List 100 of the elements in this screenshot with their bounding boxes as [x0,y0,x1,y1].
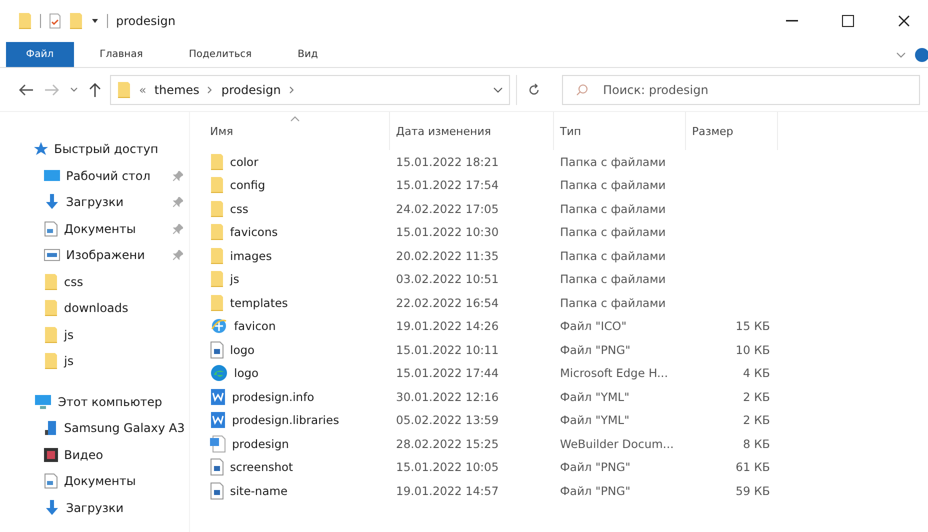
search-field[interactable]: Поиск: prodesign [562,74,920,104]
table-cell-text: Папка с файлами [559,248,667,265]
sidebar-item[interactable]: Рабочий стол [34,162,189,189]
table-cell-text: Папка с файлами [559,294,667,312]
folder-icon [210,246,224,265]
chevron-down-icon [70,86,78,92]
table-cell-text: Файл "PNG" [559,459,632,476]
download-icon [44,500,60,516]
address-bar[interactable]: « themes prodesign [110,74,510,104]
file-name[interactable]: images [204,244,390,268]
document-icon [44,220,58,237]
file-name[interactable]: prodesign.libraries [204,408,390,432]
file-name[interactable]: logo [204,338,390,362]
file-name[interactable]: prodesign.info [204,385,390,408]
chevron-down-icon[interactable] [493,86,503,94]
search-icon [576,84,588,96]
ribbon-tab[interactable]: Главная [80,42,163,67]
table-cell-text: 24.02.2022 17:05 [395,200,500,218]
table-cell-text: 2 КБ [742,412,771,430]
minimize-icon [786,20,798,22]
image-icon [44,248,60,262]
sidebar-item[interactable]: Изображени [34,242,189,268]
table-cell-text: 03.02.2022 10:51 [395,271,500,288]
file-name[interactable]: favicon [204,314,390,338]
table-cell-text: Файл "PNG" [559,482,632,500]
document-icon [44,473,58,490]
table-cell-text: 15.01.2022 17:54 [395,177,500,194]
folder-icon [44,352,58,370]
column-header[interactable]: Тип [554,112,686,150]
table-cell-text: Файл "PNG" [559,342,632,359]
sidebar-item[interactable]: Загрузки [34,189,189,216]
table-cell-text: 15.01.2022 10:05 [395,459,500,476]
table-cell-text: Папка с файлами [559,271,667,288]
folder-icon [210,270,224,288]
pin-icon [173,224,183,234]
sidebar-item[interactable]: Документы [34,468,189,494]
table-cell-text: 61 КБ [734,459,771,476]
recent-locations-button[interactable] [68,84,80,94]
image-file-icon [210,340,224,359]
chevron-right-icon[interactable] [288,86,295,94]
table-cell-text: WeBuilder Docum... [559,436,675,453]
table-cell-text: 2 КБ [742,388,771,406]
ribbon-tab[interactable]: Поделиться [168,42,272,67]
breadcrumb[interactable]: prodesign [221,82,281,96]
folder-icon [18,12,32,30]
breadcrumb[interactable]: themes [154,82,200,96]
column-header[interactable]: Размер [686,112,778,150]
table-cell-text: Файл "ICO" [559,318,628,336]
table-cell-text: Папка с файлами [559,177,667,194]
pin-icon [173,197,183,208]
folder-icon [44,299,58,318]
table-cell-text: Microsoft Edge H... [559,365,669,382]
table-cell-text: 22.02.2022 16:54 [395,294,500,312]
file-name[interactable]: favicons [204,220,390,244]
table-cell-text: Файл "YML" [559,388,630,406]
sidebar-item[interactable]: Видео [34,442,189,468]
table-cell-text: Файл "YML" [559,412,630,430]
file-name[interactable]: prodesign [204,432,390,456]
star-icon [34,142,48,156]
table-cell-text: 15.01.2022 10:11 [395,342,500,359]
sidebar-header[interactable]: Быстрый доступ [34,136,189,162]
caret-icon[interactable] [91,18,99,24]
chevron-right-icon[interactable] [207,86,214,94]
column-header[interactable]: Дата изменения [390,112,554,150]
sidebar-item[interactable]: downloads [34,295,189,322]
sidebar-item[interactable]: css [34,268,189,295]
file-name[interactable]: css [204,197,390,220]
globe-icon [210,317,228,336]
file-name[interactable]: templates [204,291,390,314]
table-cell-text: 15.01.2022 17:44 [395,365,500,382]
sidebar-item[interactable]: js [34,348,189,374]
sidebar-item[interactable]: Samsung Galaxy A3 [34,415,189,442]
table-cell-text: 8 КБ [742,436,771,453]
sidebar-item[interactable]: Загрузки [34,494,189,521]
overflow-chevron[interactable]: « [139,82,146,96]
file-name[interactable]: site-name [204,479,390,502]
film-icon [44,446,58,463]
ribbon-tab[interactable]: Файл [6,42,74,67]
file-name[interactable]: screenshot [204,456,390,479]
table-cell-text: 20.02.2022 11:35 [395,248,500,265]
ribbon-tab[interactable]: Вид [278,42,338,67]
table-cell-text: 30.01.2022 12:16 [395,388,500,406]
file-name[interactable]: color [204,150,390,174]
folder-icon [69,12,83,30]
folder-icon [210,152,224,171]
sidebar-header[interactable]: Этот компьютер [34,388,189,415]
sidebar-item[interactable]: js [34,322,189,348]
table-cell-text: 05.02.2022 13:59 [395,412,500,430]
table-cell-text: 15 КБ [734,318,771,336]
folder-icon [210,294,224,312]
column-header[interactable]: Имя [204,112,390,150]
download-icon [44,194,60,210]
file-name[interactable]: logo [204,362,390,385]
phone-icon [44,420,58,436]
table-cell-text: Папка с файлами [559,200,667,218]
file-name[interactable]: config [204,174,390,197]
table-cell-text: Папка с файлами [559,154,667,171]
pin-icon [173,250,183,260]
file-name[interactable]: js [204,268,390,291]
sidebar-item[interactable]: Документы [34,216,189,242]
